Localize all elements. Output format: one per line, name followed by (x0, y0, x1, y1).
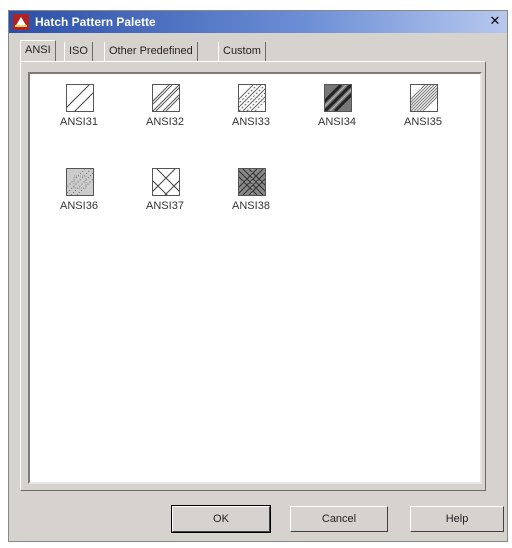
pattern-item-ansi34[interactable]: ANSI34 (302, 82, 372, 144)
pattern-label: ANSI37 (146, 200, 184, 212)
pattern-item-ansi33[interactable]: ANSI33 (216, 82, 286, 144)
close-icon[interactable]: ✕ (487, 14, 503, 29)
pattern-label: ANSI35 (404, 116, 442, 128)
window-title: Hatch Pattern Palette (35, 15, 156, 29)
crosshatch-icon (152, 168, 180, 196)
diagonal-hatch-icon (66, 84, 94, 112)
bold-diagonal-hatch-icon (324, 84, 352, 112)
pattern-label: ANSI31 (60, 116, 98, 128)
help-button[interactable]: Help (410, 506, 504, 532)
dotted-hatch-icon (66, 168, 94, 196)
tab-ansi[interactable]: ANSI (20, 40, 56, 61)
pattern-label: ANSI36 (60, 200, 98, 212)
pattern-item-ansi38[interactable]: ANSI38 (216, 166, 286, 228)
tab-iso[interactable]: ISO (64, 42, 93, 61)
pattern-item-ansi35[interactable]: ANSI35 (388, 82, 458, 144)
pattern-label: ANSI38 (232, 200, 270, 212)
app-icon (13, 14, 29, 30)
tab-other-predefined[interactable]: Other Predefined (104, 42, 198, 61)
pattern-palette[interactable]: ANSI31 ANSI32 ANSI33 ANSI34 ANSI35 ANSI3… (28, 72, 482, 484)
tab-custom[interactable]: Custom (218, 42, 266, 61)
dashed-diagonal-hatch-icon (238, 84, 266, 112)
pattern-item-ansi37[interactable]: ANSI37 (130, 166, 200, 228)
pattern-label: ANSI32 (146, 116, 184, 128)
fine-diagonal-hatch-icon (410, 84, 438, 112)
ok-button[interactable]: OK (171, 505, 271, 533)
pattern-item-ansi36[interactable]: ANSI36 (44, 166, 114, 228)
cancel-button[interactable]: Cancel (290, 506, 388, 532)
pattern-item-ansi32[interactable]: ANSI32 (130, 82, 200, 144)
dense-crosshatch-icon (238, 168, 266, 196)
pattern-label: ANSI34 (318, 116, 356, 128)
pattern-label: ANSI33 (232, 116, 270, 128)
double-diagonal-hatch-icon (152, 84, 180, 112)
pattern-item-ansi31[interactable]: ANSI31 (44, 82, 114, 144)
title-bar[interactable]: Hatch Pattern Palette ✕ (9, 11, 507, 33)
